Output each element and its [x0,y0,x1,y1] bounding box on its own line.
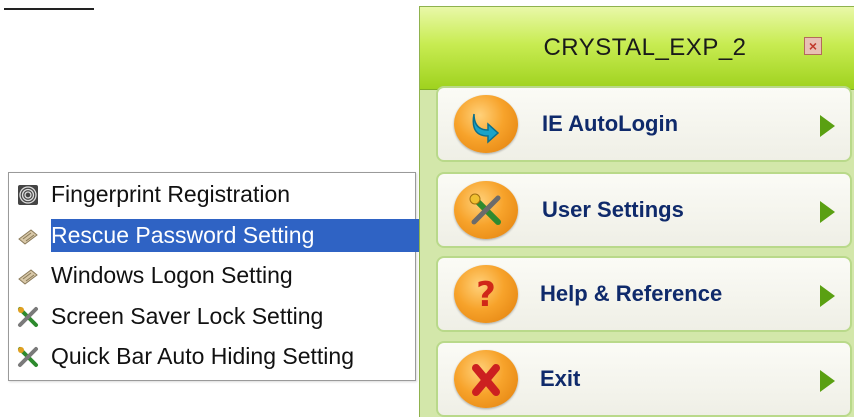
tools-icon [454,181,518,239]
user-settings-submenu: Fingerprint Registration Rescue Password… [8,172,419,381]
panel-header: CRYSTAL_EXP_2 × [420,7,854,90]
chevron-right-icon [820,285,835,307]
window-edge-fragment [4,0,94,10]
button-label: IE AutoLogin [542,111,679,136]
svg-text:?: ? [476,275,496,314]
chevron-right-icon [820,370,835,392]
quick-bar-panel: CRYSTAL_EXP_2 × IE AutoLogin User Settin… [419,6,854,417]
chevron-right-icon [820,115,835,137]
button-label: Exit [540,366,581,391]
menu-item-label: Quick Bar Auto Hiding Setting [51,343,354,369]
user-settings-button[interactable]: User Settings [436,172,852,248]
menu-item-windows-logon-setting[interactable]: Windows Logon Setting [17,259,411,292]
question-icon: ? [454,265,518,323]
chevron-right-icon [820,201,835,223]
menu-item-label: Rescue Password Setting [51,222,315,248]
menu-item-fingerprint-registration[interactable]: Fingerprint Registration [17,178,411,211]
tools-icon [17,346,39,368]
button-label: Help & Reference [540,281,723,306]
fingerprint-icon [17,184,39,206]
menu-item-label: Screen Saver Lock Setting [51,303,324,329]
tools-icon [17,306,39,328]
keyboard-icon [17,265,39,287]
x-icon [454,350,518,408]
close-icon[interactable]: × [804,37,822,55]
menu-item-label: Fingerprint Registration [51,181,291,207]
menu-item-quick-bar-auto-hiding-setting[interactable]: Quick Bar Auto Hiding Setting [17,340,411,373]
ie-autologin-button[interactable]: IE AutoLogin [436,86,852,162]
exit-button[interactable]: Exit [436,341,852,417]
menu-item-screen-saver-lock-setting[interactable]: Screen Saver Lock Setting [17,300,411,333]
keyboard-icon [17,225,39,247]
menu-item-label: Windows Logon Setting [51,262,293,288]
button-label: User Settings [542,197,684,222]
panel-title: CRYSTAL_EXP_2 [543,34,747,61]
menu-item-rescue-password-setting[interactable]: Rescue Password Setting [17,219,419,252]
help-reference-button[interactable]: ? Help & Reference [436,256,852,332]
download-arrow-icon [454,95,518,153]
